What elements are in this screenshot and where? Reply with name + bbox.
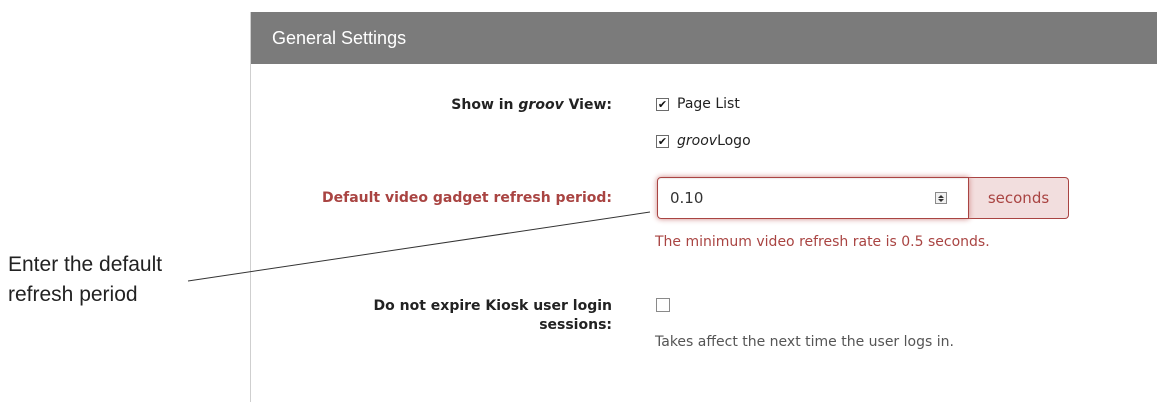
callout-leader-line (187, 211, 651, 282)
